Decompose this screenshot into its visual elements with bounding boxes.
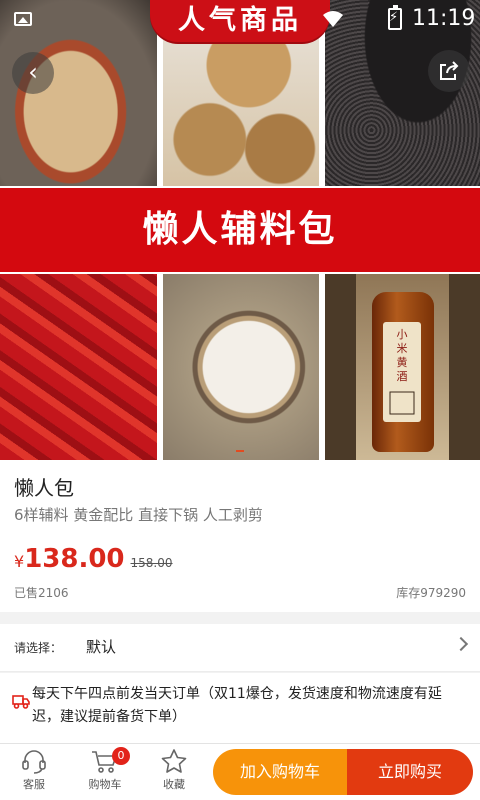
status-bar: 11:19 xyxy=(0,0,480,36)
add-to-cart-button[interactable]: 加入购物车 xyxy=(213,749,347,795)
bottle-label-frame xyxy=(389,391,415,415)
flour-photo xyxy=(163,274,319,460)
product-image-carousel[interactable]: 小 米 黄 酒 人气商品 懒人辅料包 11:19 ‹ xyxy=(0,0,480,462)
promo-band-text: 懒人辅料包 xyxy=(142,209,338,250)
carousel-dot-active xyxy=(236,450,244,452)
image-notification-icon xyxy=(14,12,32,26)
currency-symbol: ¥ xyxy=(14,552,25,571)
share-button[interactable] xyxy=(428,50,470,92)
shipping-notice: 每天下午四点前发当天订单（双11爆仓，发货速度和物流速度有延迟，建议提前备货下单… xyxy=(0,673,480,743)
shipping-notice-text: 每天下午四点前发当天订单（双11爆仓，发货速度和物流速度有延迟，建议提前备货下单… xyxy=(32,686,442,725)
price-row: ¥138.00 158.00 xyxy=(14,544,173,574)
chevron-right-icon xyxy=(453,636,469,652)
bottle-label-text-3: 黄 xyxy=(397,355,408,369)
promo-band: 懒人辅料包 xyxy=(0,188,480,272)
carousel-indicator xyxy=(0,450,480,458)
spec-selector[interactable]: 请选择： 默认 xyxy=(0,624,480,672)
bottle-label-text-4: 酒 xyxy=(397,370,408,383)
truck-icon xyxy=(12,695,30,709)
sold-count: 已售2106 xyxy=(14,586,69,600)
cart-label: 购物车 xyxy=(88,778,122,791)
cart-count-badge: 0 xyxy=(112,747,130,765)
bottom-action-bar: 客服 购物车 0 收藏 加入购物车 立即购买 xyxy=(0,743,480,800)
cart-button[interactable]: 购物车 0 xyxy=(80,747,130,792)
bottle-label: 小 米 黄 酒 xyxy=(383,322,421,422)
battery-charging-icon xyxy=(388,5,402,30)
share-icon xyxy=(440,61,459,80)
bottle-label-text-1: 小 xyxy=(397,328,408,341)
product-subtitle: 6样辅料 黄金配比 直接下锅 人工剥剪 xyxy=(14,506,263,524)
bottle-label-text-2: 米 xyxy=(397,342,408,355)
bottle-label-art: 小 米 黄 酒 xyxy=(389,328,415,415)
product-price: 138.00 xyxy=(24,544,125,574)
goji-berry-photo xyxy=(0,274,157,460)
back-button[interactable]: ‹ xyxy=(12,52,54,94)
favorite-button[interactable]: 收藏 xyxy=(149,748,199,792)
headset-icon xyxy=(22,750,46,774)
wifi-icon xyxy=(323,11,343,27)
buy-now-button[interactable]: 立即购买 xyxy=(347,749,473,795)
star-icon xyxy=(161,749,187,773)
stock-count: 库存979290 xyxy=(396,586,466,600)
chevron-left-icon: ‹ xyxy=(28,58,38,86)
original-price: 158.00 xyxy=(130,556,173,570)
favorite-label: 收藏 xyxy=(163,778,185,791)
status-clock: 11:19 xyxy=(412,6,476,31)
customer-service-button[interactable]: 客服 xyxy=(9,748,59,792)
product-name: 懒人包 xyxy=(14,476,74,500)
spec-selector-label: 请选择： xyxy=(14,641,63,655)
customer-service-label: 客服 xyxy=(23,778,45,791)
product-info: 懒人包 6样辅料 黄金配比 直接下锅 人工剥剪 ¥138.00 158.00 已售… xyxy=(0,462,480,612)
spec-selected-value: 默认 xyxy=(86,638,117,656)
